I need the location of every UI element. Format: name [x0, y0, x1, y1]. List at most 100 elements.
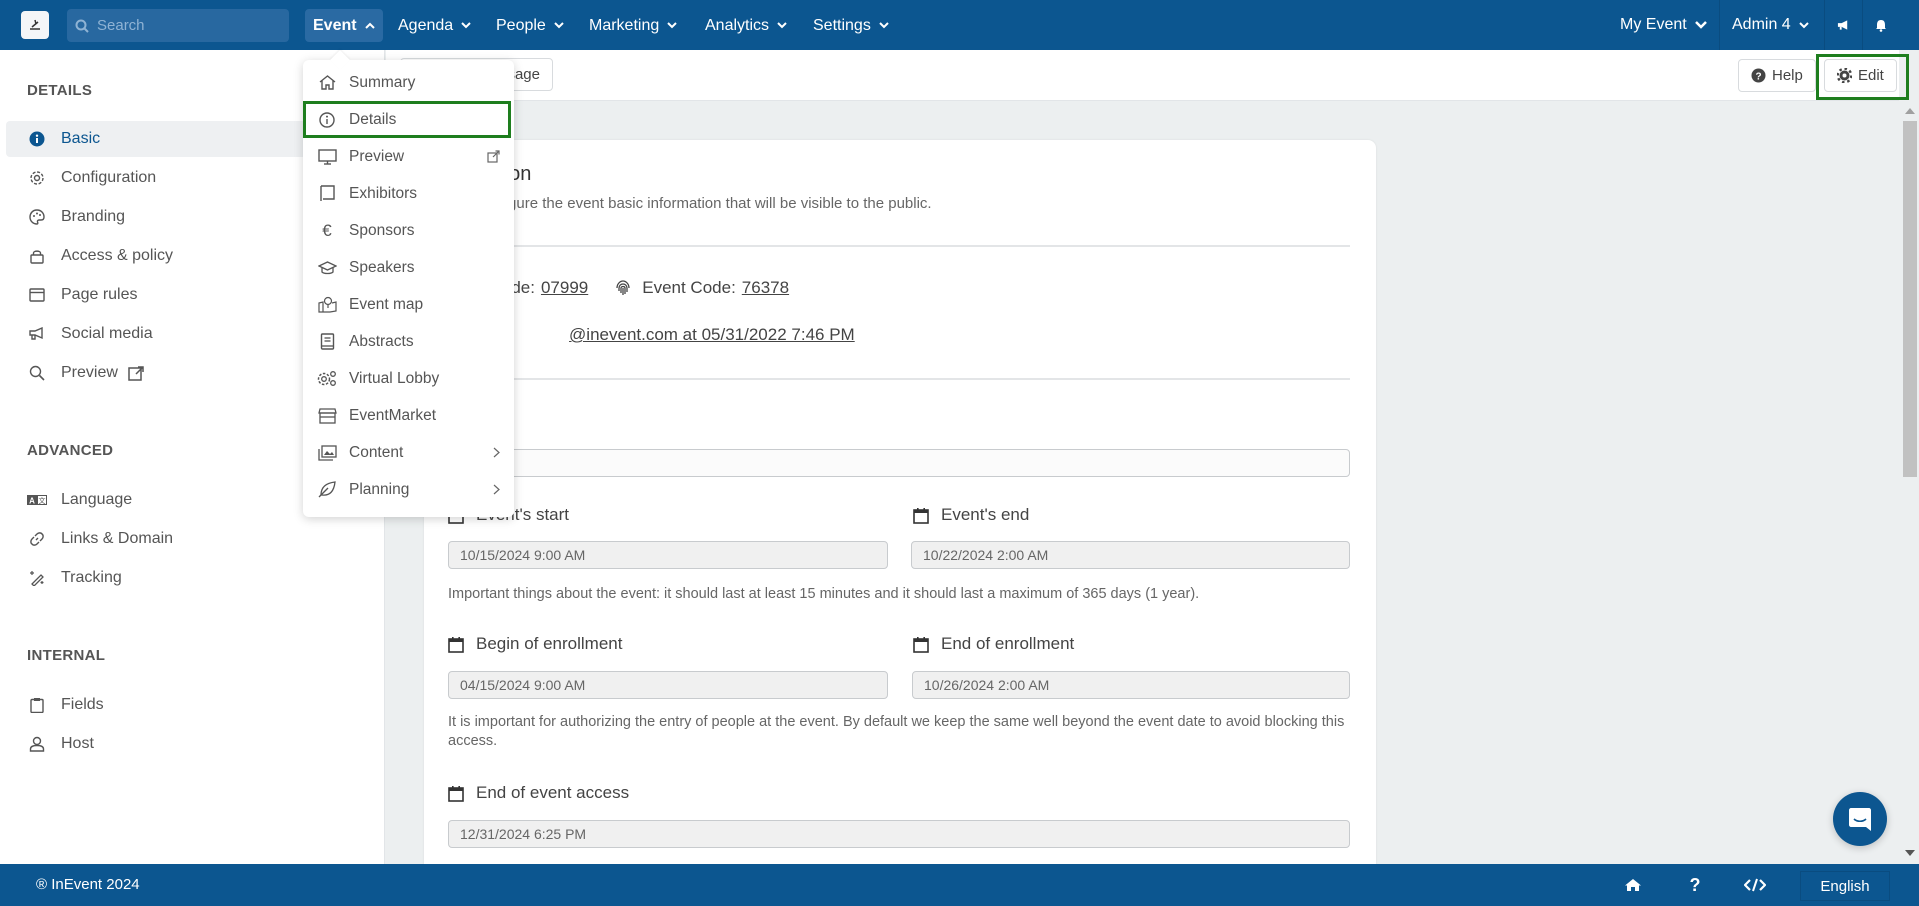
access-end-label: End of event access	[448, 783, 629, 803]
code-icon	[1744, 878, 1766, 892]
sidebar-item-language[interactable]: A文 Language	[6, 482, 306, 518]
euro-icon: €	[322, 220, 332, 240]
megaphone-icon	[27, 324, 47, 344]
scrollbar-thumb[interactable]	[1903, 121, 1917, 477]
sidebar-item-label: Configuration	[61, 169, 157, 186]
menu-item-label: Abstracts	[349, 332, 414, 350]
event-selector[interactable]: My Event	[1608, 0, 1719, 50]
search-input[interactable]	[97, 17, 277, 34]
nav-marketing[interactable]: Marketing	[581, 9, 685, 42]
footer-help-button[interactable]: ?	[1680, 864, 1710, 906]
enroll-begin-label-text: Begin of enrollment	[476, 634, 623, 653]
sidebar-item-configuration[interactable]: Configuration	[6, 160, 306, 196]
company-code-link[interactable]: 07999	[541, 278, 588, 298]
svg-text:?: ?	[1755, 71, 1761, 82]
menu-item-label: Summary	[349, 73, 416, 91]
sidebar-item-label: Links & Domain	[61, 530, 174, 547]
nav-analytics[interactable]: Analytics	[697, 9, 795, 42]
sidebar-item-branding[interactable]: Branding	[6, 199, 306, 235]
enroll-begin-input[interactable]: 04/15/2024 9:00 AM	[448, 671, 888, 699]
user-menu[interactable]: Admin 4	[1719, 0, 1821, 50]
language-selector[interactable]: English	[1800, 871, 1890, 901]
chevron-right-icon	[493, 484, 500, 495]
event-selector-label: My Event	[1620, 16, 1687, 33]
divider	[448, 245, 1350, 247]
leaf-icon	[317, 480, 337, 500]
sidebar-item-host[interactable]: Host	[6, 726, 306, 762]
external-link-icon	[487, 150, 500, 163]
sidebar-item-tracking[interactable]: Tracking	[6, 560, 306, 596]
card-subtitle: can configure the event basic informatio…	[448, 195, 932, 212]
menu-item-label: Event map	[349, 295, 424, 313]
menu-item-sponsors[interactable]: € Sponsors	[303, 212, 514, 249]
event-end-input[interactable]: 10/22/2024 2:00 AM	[911, 541, 1350, 569]
menu-item-speakers[interactable]: Speakers	[303, 249, 514, 286]
calendar-icon	[913, 636, 929, 653]
access-end-input[interactable]: 12/31/2024 6:25 PM	[448, 820, 1350, 848]
question-circle-icon: ?	[1751, 68, 1766, 83]
menu-item-label: Speakers	[349, 258, 415, 276]
event-start-input[interactable]: 10/15/2024 9:00 AM	[448, 541, 888, 569]
enroll-end-input[interactable]: 10/26/2024 2:00 AM	[912, 671, 1350, 699]
enroll-end-label: End of enrollment	[913, 634, 1074, 654]
menu-item-content[interactable]: Content	[303, 434, 514, 471]
menu-item-virtual-lobby[interactable]: Virtual Lobby	[303, 360, 514, 397]
clipboard-icon	[27, 695, 47, 715]
bell-icon	[1876, 19, 1886, 32]
enroll-begin-label: Begin of enrollment	[448, 634, 622, 654]
event-name-input[interactable]: t	[448, 449, 1350, 477]
menu-item-exhibitors[interactable]: Exhibitors	[303, 175, 514, 212]
menu-item-planning[interactable]: Planning	[303, 471, 514, 508]
scroll-down-arrow-icon[interactable]	[1905, 850, 1915, 856]
search-box[interactable]	[67, 9, 289, 42]
chevron-down-icon	[777, 22, 787, 29]
nav-settings[interactable]: Settings	[805, 9, 897, 42]
menu-item-label: Content	[349, 443, 404, 461]
notifications-button[interactable]	[1862, 0, 1900, 50]
sidebar-item-label: Fields	[61, 696, 104, 713]
created-by-value[interactable]: @inevent.com at 05/31/2022 7:46 PM	[569, 325, 855, 345]
chevron-down-icon	[461, 22, 471, 29]
scroll-up-arrow-icon[interactable]	[1905, 108, 1915, 114]
help-button[interactable]: ? Help	[1738, 59, 1816, 92]
chat-support-button[interactable]	[1833, 792, 1887, 846]
menu-item-details[interactable]: Details	[303, 101, 511, 138]
sidebar-item-page-rules[interactable]: Page rules	[6, 277, 306, 313]
menu-item-label: Exhibitors	[349, 184, 418, 202]
nav-people-label: People	[496, 16, 546, 34]
section-title-internal: INTERNAL	[27, 647, 106, 664]
sidebar-item-basic[interactable]: Basic	[6, 121, 306, 157]
menu-item-preview[interactable]: Preview	[303, 138, 514, 175]
booth-icon	[317, 184, 337, 204]
home-icon	[1625, 879, 1641, 891]
question-icon: ?	[1689, 874, 1701, 895]
sidebar-item-links-domain[interactable]: Links & Domain	[6, 521, 306, 557]
menu-item-summary[interactable]: Summary	[303, 64, 514, 101]
footer-home-button[interactable]	[1618, 864, 1648, 906]
search-icon	[75, 19, 89, 33]
nav-event[interactable]: Event	[305, 9, 383, 42]
chevron-down-icon	[1798, 21, 1809, 28]
nav-agenda[interactable]: Agenda	[390, 9, 479, 42]
event-code-link[interactable]: 76378	[742, 278, 789, 298]
sidebar-item-social-media[interactable]: Social media	[6, 316, 306, 352]
sidebar-item-preview[interactable]: Preview	[6, 355, 306, 391]
menu-item-eventmarket[interactable]: EventMarket	[303, 397, 514, 434]
menu-item-event-map[interactable]: Event map	[303, 286, 514, 323]
sidebar-item-label: Language	[61, 491, 133, 508]
page-toolbar	[386, 50, 1899, 101]
inevent-logo-icon[interactable]	[21, 11, 49, 39]
menu-item-label: Planning	[349, 480, 410, 498]
footer-developer-button[interactable]	[1737, 864, 1773, 906]
announcements-button[interactable]	[1824, 0, 1862, 50]
user-icon	[27, 734, 47, 754]
calendar-icon	[448, 636, 464, 653]
sidebar-item-access-policy[interactable]: Access & policy	[6, 238, 306, 274]
gears-icon	[317, 369, 337, 389]
event-dropdown-menu: Summary Details Preview Exhibitors € Spo…	[303, 60, 514, 517]
monitor-icon	[317, 147, 337, 167]
nav-people[interactable]: People	[488, 9, 572, 42]
chat-bubble-icon	[1849, 807, 1871, 831]
sidebar-item-fields[interactable]: Fields	[6, 687, 306, 723]
menu-item-abstracts[interactable]: Abstracts	[303, 323, 514, 360]
